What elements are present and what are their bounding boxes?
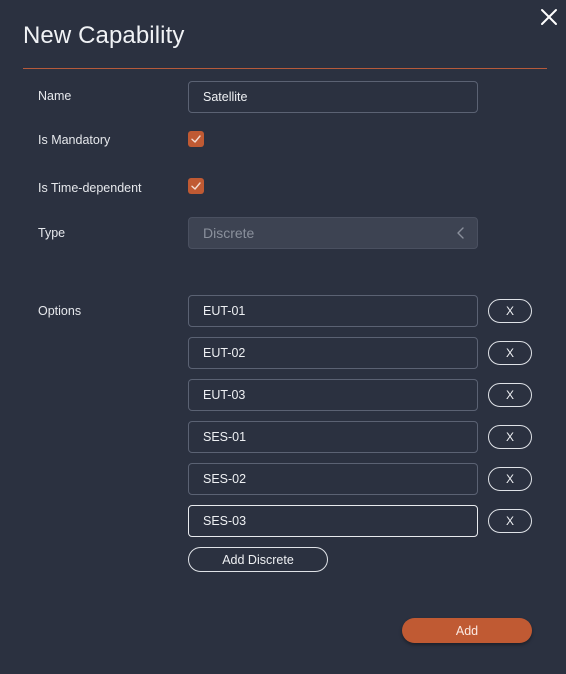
dialog-title: New Capability xyxy=(23,22,185,49)
option-input[interactable] xyxy=(188,379,478,411)
check-icon xyxy=(191,182,201,190)
add-button[interactable]: Add xyxy=(402,618,532,643)
name-input[interactable] xyxy=(188,81,478,113)
chevron-left-icon xyxy=(457,227,464,239)
type-label: Type xyxy=(38,226,66,240)
options-label: Options xyxy=(38,304,82,318)
time-dependent-checkbox[interactable] xyxy=(188,178,204,194)
remove-option-button[interactable]: X xyxy=(488,341,532,365)
check-icon xyxy=(191,135,201,143)
remove-option-button[interactable]: X xyxy=(488,425,532,449)
option-input[interactable] xyxy=(188,505,478,537)
remove-option-button[interactable]: X xyxy=(488,467,532,491)
time-dependent-label: Is Time-dependent xyxy=(38,181,142,195)
type-select-value: Discrete xyxy=(203,225,255,241)
close-button[interactable] xyxy=(538,6,560,28)
new-capability-dialog: New Capability Name Is Mandatory Is Time… xyxy=(0,0,566,674)
name-label: Name xyxy=(38,89,72,103)
mandatory-checkbox[interactable] xyxy=(188,131,204,147)
remove-option-button[interactable]: X xyxy=(488,299,532,323)
type-select[interactable]: Discrete xyxy=(188,217,478,249)
add-discrete-button[interactable]: Add Discrete xyxy=(188,547,328,572)
remove-option-button[interactable]: X xyxy=(488,383,532,407)
mandatory-label: Is Mandatory xyxy=(38,133,111,147)
title-divider xyxy=(23,68,547,69)
close-icon xyxy=(541,9,557,25)
option-input[interactable] xyxy=(188,337,478,369)
option-input[interactable] xyxy=(188,421,478,453)
option-input[interactable] xyxy=(188,295,478,327)
option-input[interactable] xyxy=(188,463,478,495)
remove-option-button[interactable]: X xyxy=(488,509,532,533)
